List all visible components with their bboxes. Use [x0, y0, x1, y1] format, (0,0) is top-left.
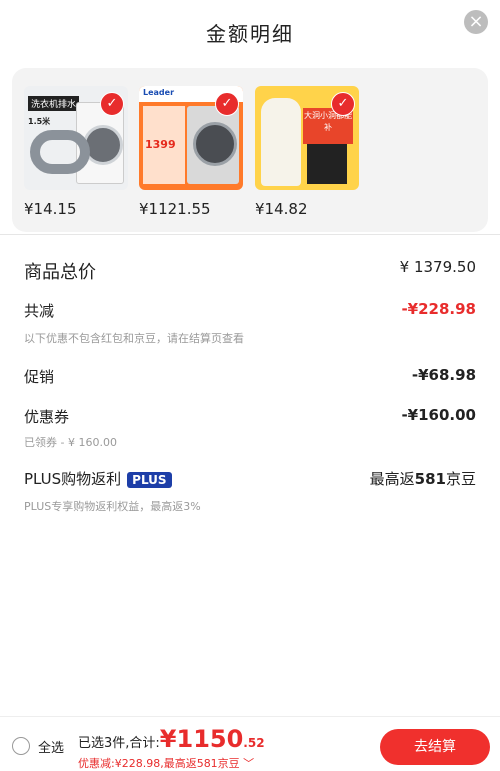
discount-value: -¥228.98	[401, 300, 476, 318]
discount-label: 共减	[24, 302, 55, 320]
footer-bar: 全选 已选3件,合计:¥1150.52 优惠减:¥228.98,最高返581京豆…	[0, 716, 500, 771]
product-thumbnail[interactable]: Leader 1399 ✓	[139, 86, 243, 190]
coupon-label: 优惠券	[24, 408, 70, 426]
plus-value-num: 581	[414, 470, 446, 488]
discount-note: 以下优惠不包含红包和京豆，请在结算页查看	[24, 332, 244, 345]
product-strip: 洗衣机排水 1.5米 ✓ ¥14.15 Leader 1399 ✓ ¥1121.…	[12, 68, 488, 232]
brand-text: Leader	[143, 88, 175, 97]
plus-value-prefix: 最高返	[369, 470, 415, 488]
product-price: ¥14.15	[24, 200, 77, 218]
plus-note: PLUS专享购物返利权益，最高返3%	[24, 500, 201, 513]
product-item[interactable]: 洗衣机排水 1.5米 ✓ ¥14.15	[24, 86, 128, 218]
total-big: ¥1150	[159, 725, 244, 753]
total-cents: .52	[243, 736, 265, 750]
product-price: ¥1121.55	[139, 200, 211, 218]
promo-label: 促销	[24, 368, 55, 386]
total-label: 商品总价	[24, 262, 96, 283]
thumb-label: 洗衣机排水	[28, 96, 80, 111]
product-item[interactable]: Leader 1399 ✓ ¥1121.55	[139, 86, 243, 218]
promo-value: -¥68.98	[411, 366, 476, 384]
product-item[interactable]: 大洞小洞都能补 ✓ ¥14.82	[255, 86, 359, 218]
product-thumbnail[interactable]: 大洞小洞都能补 ✓	[255, 86, 359, 190]
total-value: ¥ 1379.50	[399, 258, 476, 276]
thumb-label-2: 1.5米	[28, 117, 51, 126]
coat-image	[261, 98, 301, 186]
product-price: ¥14.82	[255, 200, 308, 218]
summary-line: 已选3件,合计:¥1150.52	[78, 725, 265, 753]
promo-price: 1399	[145, 138, 176, 151]
check-icon[interactable]: ✓	[100, 92, 124, 116]
close-icon[interactable]: ×	[464, 10, 488, 34]
coupon-value: -¥160.00	[401, 406, 476, 424]
check-icon[interactable]: ✓	[331, 92, 355, 116]
plus-badge: PLUS	[127, 471, 172, 488]
coupon-note: 已领券 - ¥ 160.00	[24, 436, 117, 449]
plus-label-wrap: PLUS购物返利 PLUS	[24, 468, 172, 489]
divider	[0, 234, 500, 235]
plus-value: 最高返581京豆	[370, 468, 476, 489]
washer-door	[193, 122, 237, 166]
plus-value-suffix: 京豆	[445, 470, 476, 488]
check-icon[interactable]: ✓	[215, 92, 239, 116]
selected-text: 已选3件,合计:	[78, 736, 160, 751]
page-title: 金额明细	[206, 22, 294, 46]
select-all-radio[interactable]	[12, 737, 30, 755]
select-all-label[interactable]: 全选	[38, 737, 64, 756]
discount-line[interactable]: 优惠减:¥228.98,最高返581京豆 ﹀	[78, 755, 254, 771]
header: 金额明细 ×	[0, 0, 500, 64]
hose-image	[30, 130, 90, 174]
checkout-button[interactable]: 去结算	[380, 729, 490, 765]
patch-image	[307, 144, 347, 184]
product-thumbnail[interactable]: 洗衣机排水 1.5米 ✓	[24, 86, 128, 190]
plus-label: PLUS购物返利	[24, 470, 122, 488]
